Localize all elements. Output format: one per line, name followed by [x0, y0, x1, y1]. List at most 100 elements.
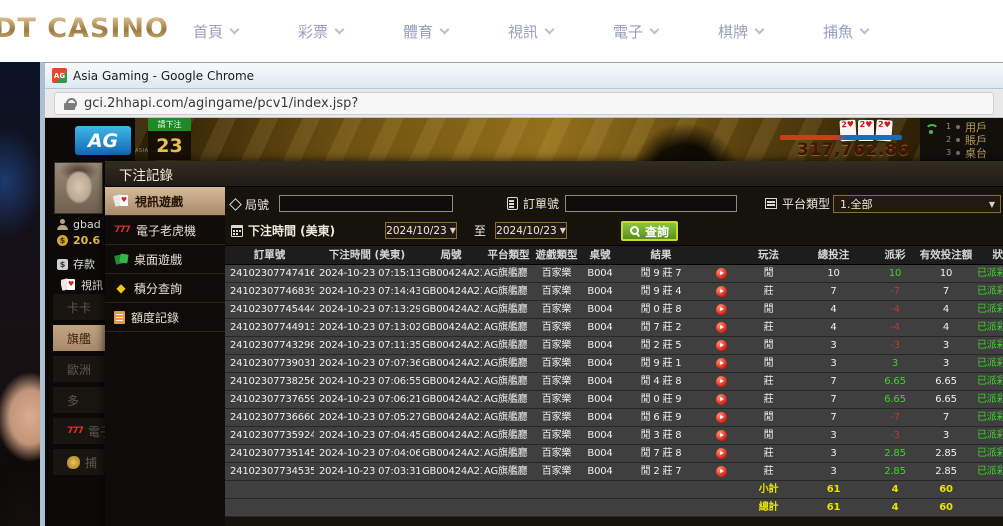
chevron-down-icon — [335, 24, 345, 34]
replay-icon[interactable] — [716, 466, 727, 477]
cell-round: GB00424A230I5 — [420, 337, 482, 354]
user-name-row: gbad — [57, 218, 101, 231]
nav-item-7[interactable]: 捕魚 — [793, 21, 898, 42]
round-input[interactable] — [279, 195, 453, 212]
chevron-down-icon — [440, 24, 450, 34]
cell-play: 閒 — [742, 409, 795, 426]
cell-valid: 6.65 — [918, 373, 974, 390]
order-label: 訂單號 — [507, 195, 559, 212]
gem-icon — [114, 281, 128, 295]
nav-item-label: 體育 — [403, 21, 433, 42]
table-row[interactable]: 2410230773666072024-10-23 07:05:27GB0042… — [225, 409, 1003, 427]
address-box[interactable]: gci.2hhapi.com/agingame/pcv1/index.jsp? — [54, 92, 994, 115]
table-body: 2410230774741692024-10-23 07:15:13GB0042… — [225, 265, 1003, 517]
summary-payout: 4 — [872, 481, 918, 498]
calendar-icon — [231, 225, 243, 237]
col-header: 玩法 — [742, 246, 795, 264]
replay-icon[interactable] — [716, 358, 727, 369]
modal-sidebar-item-4[interactable]: 積分查詢 — [105, 274, 225, 303]
order-input[interactable] — [565, 195, 737, 212]
cell-valid: 3 — [918, 355, 974, 372]
summary-_icon — [700, 499, 742, 516]
lobby-menu-item-label: 捕 — [85, 454, 97, 471]
platform-select[interactable]: 1.全部 ▼ — [833, 195, 1001, 213]
replay-cell — [700, 265, 742, 282]
table-row[interactable]: 2410230774544482024-10-23 07:13:29GB0042… — [225, 301, 1003, 319]
nav-item-3[interactable]: 體育 — [373, 21, 478, 42]
nav-item-4[interactable]: 視訊 — [478, 21, 583, 42]
balance-row: $ 20.6 — [57, 234, 100, 247]
cell-play: 莊 — [742, 445, 795, 462]
summary-_icon — [700, 481, 742, 498]
cell-payout: -7 — [872, 409, 918, 426]
replay-icon[interactable] — [716, 448, 727, 459]
cell-status: 已派彩 — [974, 319, 1003, 336]
chevron-down-icon — [545, 24, 555, 34]
replay-cell — [700, 463, 742, 480]
table-row[interactable]: 2410230773514512024-10-23 07:04:06GB0042… — [225, 445, 1003, 463]
cell-table: B004 — [578, 427, 622, 444]
replay-icon[interactable] — [716, 340, 727, 351]
table-row[interactable]: 2410230773592402024-10-23 07:04:45GB0042… — [225, 427, 1003, 445]
cell-valid: 4 — [918, 319, 974, 336]
modal-sidebar-item-2[interactable]: 電子老虎機 — [105, 216, 225, 245]
cell-platform: AG旗艦廳 — [482, 283, 535, 300]
bet-timer-countdown: 23 — [148, 131, 191, 160]
replay-icon[interactable] — [716, 412, 727, 423]
bet-records-modal: 下注記錄 視訊遊戲電子老虎機桌面遊戲積分查詢額度記錄 局號 訂單號 — [105, 161, 1003, 526]
nav-item-2[interactable]: 彩票 — [268, 21, 373, 42]
cell-time: 2024-10-23 07:13:29 — [314, 301, 420, 318]
date-to-picker[interactable]: 2024/10/23 ▼ — [495, 222, 567, 239]
table-row[interactable]: 2410230773453562024-10-23 07:03:31GB0042… — [225, 463, 1003, 481]
cell-bet: 7 — [795, 409, 872, 426]
cell-payout: 6.65 — [872, 373, 918, 390]
nav-item-6[interactable]: 棋牌 — [688, 21, 793, 42]
tag-icon — [229, 198, 242, 211]
table-info-panel: 1用戶2賬戶3桌台 — [920, 118, 1003, 161]
cell-table: B004 — [578, 319, 622, 336]
summary-bet: 61 — [795, 481, 872, 498]
replay-cell — [700, 445, 742, 462]
replay-icon[interactable] — [716, 268, 727, 279]
nav-item-5[interactable]: 電子 — [583, 21, 688, 42]
cell-time: 2024-10-23 07:13:02 — [314, 319, 420, 336]
summary-label: 小計 — [742, 481, 795, 498]
replay-icon[interactable] — [716, 430, 727, 441]
table-row[interactable]: 2410230774329892024-10-23 07:11:35GB0042… — [225, 337, 1003, 355]
modal-sidebar-item-1[interactable]: 視訊遊戲 — [105, 187, 225, 216]
deposit-button[interactable]: $ 存款 — [57, 256, 95, 272]
replay-icon[interactable] — [716, 322, 727, 333]
modal-sidebar-item-3[interactable]: 桌面遊戲 — [105, 245, 225, 274]
cell-valid: 2.85 — [918, 463, 974, 480]
nav-item-1[interactable]: 首頁 — [163, 21, 268, 42]
cell-order: 241023077351451 — [225, 445, 314, 462]
replay-icon[interactable] — [716, 286, 727, 297]
summary-time — [314, 499, 420, 516]
replay-icon[interactable] — [716, 304, 727, 315]
table-row[interactable]: 2410230774683912024-10-23 07:14:43GB0042… — [225, 283, 1003, 301]
cell-round: GB00424A230IB — [420, 265, 482, 282]
modal-sidebar-item-5[interactable]: 額度記錄 — [105, 303, 225, 332]
table-row[interactable]: 2410230773825652024-10-23 07:06:55GB0042… — [225, 373, 1003, 391]
table-row[interactable]: 2410230774491332024-10-23 07:13:02GB0042… — [225, 319, 1003, 337]
cell-time: 2024-10-23 07:03:31 — [314, 463, 420, 480]
cell-table: B004 — [578, 301, 622, 318]
replay-icon[interactable] — [716, 394, 727, 405]
cell-round: GB00424A230I7 — [420, 319, 482, 336]
lobby-video-tab[interactable]: 視訊 — [61, 277, 109, 293]
search-button[interactable]: 查詢 — [621, 221, 678, 241]
cell-bet: 3 — [795, 445, 872, 462]
replay-cell — [700, 373, 742, 390]
cell-order: 241023077382565 — [225, 373, 314, 390]
table-row[interactable]: 2410230773903182024-10-23 07:07:36GB0042… — [225, 355, 1003, 373]
window-titlebar[interactable]: AG Asia Gaming - Google Chrome — [45, 63, 1003, 89]
subtotal-row: 小計61460 — [225, 481, 1003, 499]
cell-platform: AG旗艦廳 — [482, 301, 535, 318]
url-bar: gci.2hhapi.com/agingame/pcv1/index.jsp? — [45, 89, 1003, 118]
cell-game: 百家樂 — [535, 427, 578, 444]
replay-icon[interactable] — [716, 376, 727, 387]
replay-cell — [700, 355, 742, 372]
table-row[interactable]: 2410230774741692024-10-23 07:15:13GB0042… — [225, 265, 1003, 283]
table-row[interactable]: 2410230773765982024-10-23 07:06:21GB0042… — [225, 391, 1003, 409]
date-from-picker[interactable]: 2024/10/23 ▼ — [385, 222, 457, 239]
